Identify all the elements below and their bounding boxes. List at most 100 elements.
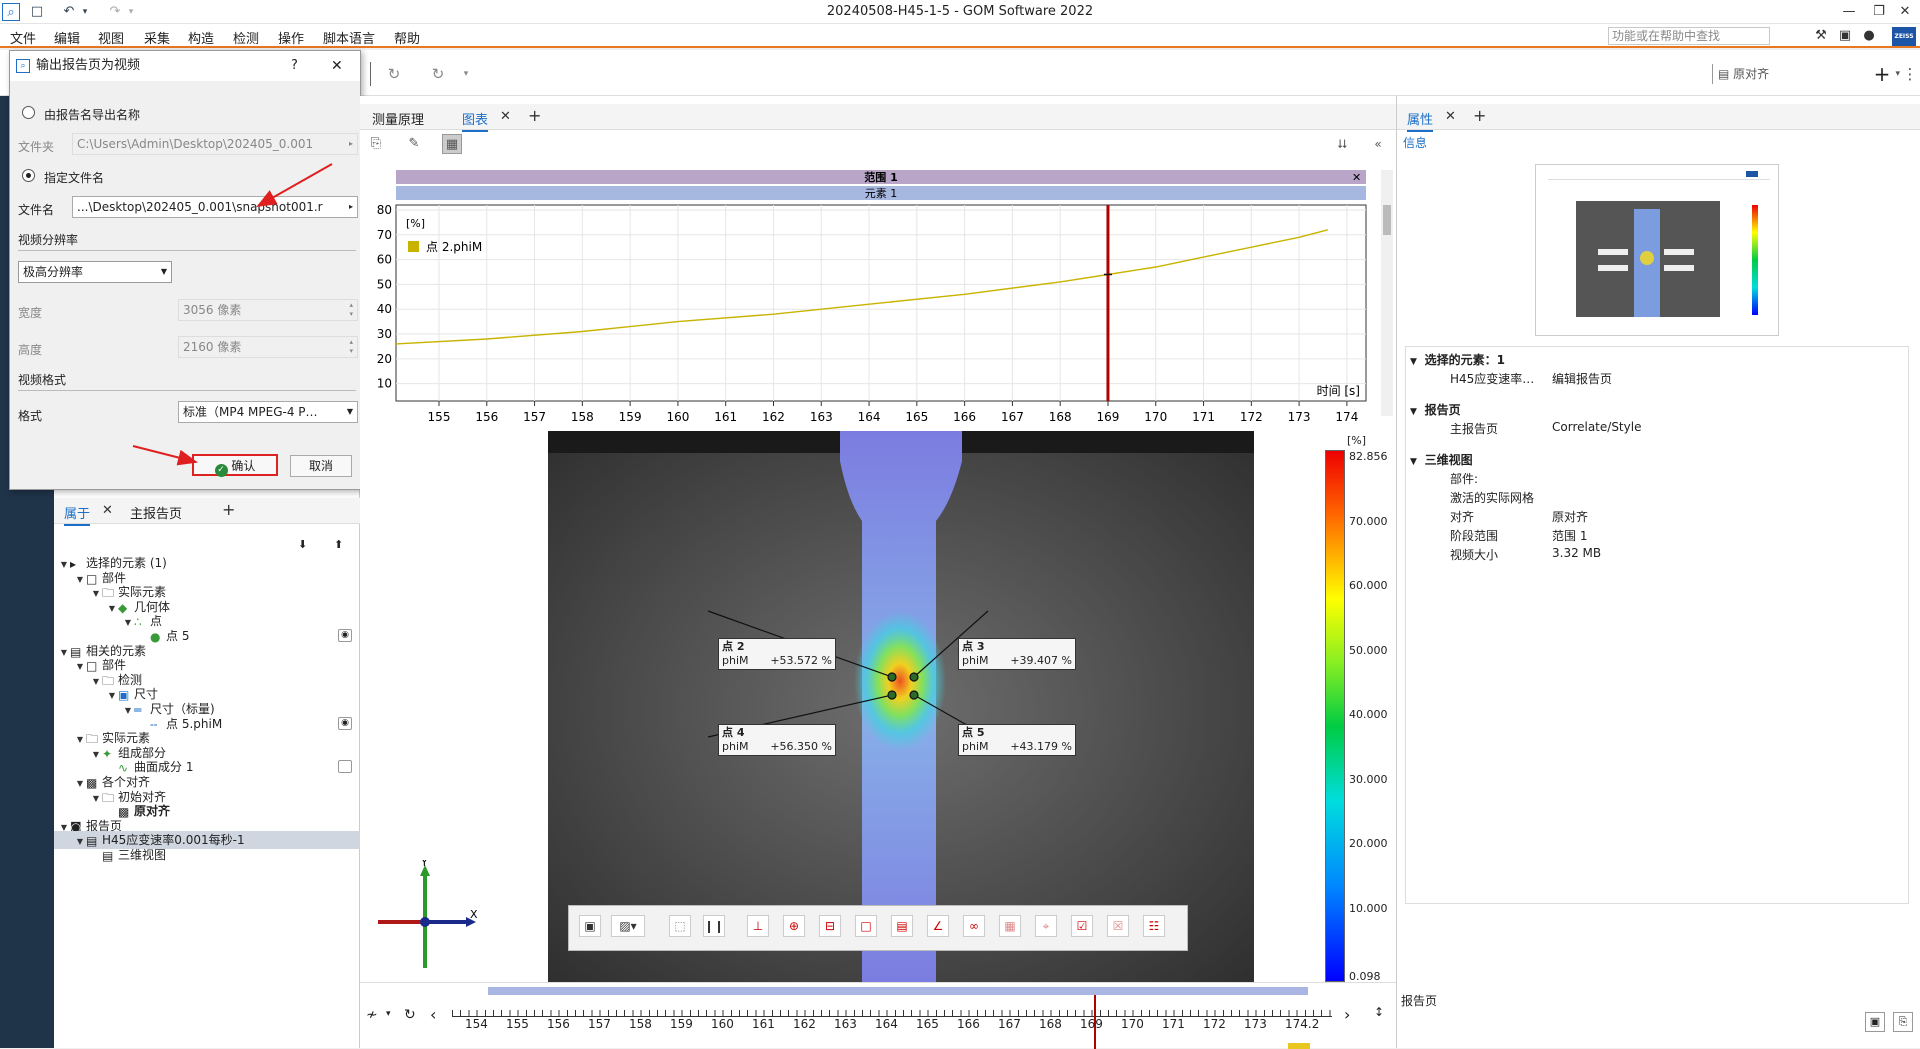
- expand-icon[interactable]: ▼: [1410, 357, 1417, 367]
- x-tick-label: 171: [1192, 410, 1215, 424]
- tab-diagram[interactable]: 图表: [462, 109, 489, 132]
- timeline-tick: 167: [998, 1017, 1021, 1031]
- report-thumbnail[interactable]: [1535, 164, 1779, 336]
- timeline: ≁ ▾ ↻ ‹ › ↕: [360, 982, 1396, 1049]
- point-3-marker[interactable]: [909, 672, 919, 682]
- point-5-marker[interactable]: [909, 690, 919, 700]
- close-icon[interactable]: ✕: [500, 109, 511, 124]
- tab-properties[interactable]: 属性: [1407, 109, 1434, 132]
- property-group-label: 报告页: [1424, 403, 1461, 417]
- timeline-refresh-icon[interactable]: ↻: [404, 1007, 416, 1023]
- point-3-name: 点 3: [962, 640, 985, 653]
- timeline-next-icon[interactable]: ›: [1344, 1005, 1350, 1024]
- timeline-prev-icon[interactable]: ‹: [430, 1005, 436, 1024]
- export-icon[interactable]: ⎘: [366, 134, 386, 154]
- property-group[interactable]: ▼ 报告页: [1410, 401, 1461, 418]
- property-key: 阶段范围: [1450, 529, 1499, 543]
- info-link[interactable]: 信息: [1403, 134, 1427, 151]
- x-tick-label: 157: [523, 410, 546, 424]
- angle-icon[interactable]: ∠: [927, 915, 949, 937]
- property-key: 对齐: [1450, 510, 1475, 524]
- y-tick-label: 20: [377, 352, 392, 366]
- arrow-to-filename: [256, 163, 333, 207]
- y-tick-label: 70: [377, 228, 392, 242]
- timeline-tick: 162: [793, 1017, 816, 1031]
- expand-icon[interactable]: ▼: [1410, 457, 1417, 467]
- element-title: 元素 1: [865, 187, 898, 200]
- point-label-5[interactable]: 点 5 phiM +43.179 %: [958, 724, 1076, 756]
- bars-icon[interactable]: ❙❙: [703, 915, 725, 937]
- property-value: 编辑报告页: [1552, 372, 1613, 386]
- x-tick-label: 160: [666, 410, 689, 424]
- add-tab-icon[interactable]: +: [1473, 106, 1486, 125]
- point-label-2[interactable]: 点 2 phiM +53.572 %: [718, 638, 836, 670]
- thumbnail-legend: [1752, 205, 1758, 315]
- add-tab-icon[interactable]: +: [528, 106, 541, 125]
- x-tick-label: 155: [428, 410, 451, 424]
- point-3-value: +39.407 %: [1010, 654, 1072, 667]
- point-4-value: +56.350 %: [770, 740, 832, 753]
- deviation-label-icon[interactable]: ⊥: [747, 915, 769, 937]
- chart-scrollbar-thumb[interactable]: [1383, 205, 1391, 235]
- point-2-marker[interactable]: [887, 672, 897, 682]
- property-value: Correlate/Style: [1552, 420, 1642, 434]
- edit-icon[interactable]: ✎: [404, 134, 424, 154]
- x-tick-label: 164: [858, 410, 881, 424]
- snapshot-icon[interactable]: ▣: [579, 915, 601, 937]
- timeline-tick: 168: [1039, 1017, 1062, 1031]
- timeline-tick: 165: [916, 1017, 939, 1031]
- thumbnail-logo: [1746, 171, 1758, 177]
- report-snapshot-icon[interactable]: ▣: [1865, 1012, 1885, 1032]
- point-label-3[interactable]: 点 3 phiM +39.407 %: [958, 638, 1076, 670]
- image-mode-icon[interactable]: ▨▾: [611, 915, 645, 937]
- timeline-tick: 161: [752, 1017, 775, 1031]
- link-icon[interactable]: ∞: [963, 915, 985, 937]
- property-key: H45应变速率…: [1450, 372, 1535, 386]
- x-tick-label: 172: [1240, 410, 1263, 424]
- x-tick-label: 173: [1288, 410, 1311, 424]
- grid-view-icon[interactable]: ▦: [442, 134, 462, 154]
- property-group[interactable]: ▼ 三维视图: [1410, 451, 1473, 468]
- flag-icon[interactable]: ⊕: [783, 915, 805, 937]
- x-tick-label: 170: [1144, 410, 1167, 424]
- y-axis-label: [%]: [406, 217, 425, 230]
- y-tick-labels: 10 20 30 40 50 60 70 80: [377, 203, 392, 391]
- x-tick-label: 174: [1335, 410, 1358, 424]
- x-tick-label: 168: [1049, 410, 1072, 424]
- down-circle-icon[interactable]: ⮇: [1332, 134, 1352, 154]
- crop-icon[interactable]: ⌖: [1035, 915, 1057, 937]
- collapse-left-icon[interactable]: «: [1368, 134, 1388, 154]
- 3d-viewport[interactable]: 点 2 phiM +53.572 % 点 3 phiM +39.407 % 点 4 phi…: [548, 431, 1254, 985]
- grid-icon[interactable]: ▦: [999, 915, 1021, 937]
- report-export-icon[interactable]: ⎘: [1893, 1012, 1913, 1032]
- timeline-mode-dropdown-icon[interactable]: ▾: [386, 1009, 391, 1019]
- timeline-tick: 159: [670, 1017, 693, 1031]
- color-scale-bar: [1325, 450, 1345, 982]
- frame-icon[interactable]: □: [855, 915, 877, 937]
- view-toolbar: ▣ ▨▾ ⬚ ❙❙ ⊥ ⊕ ⊟ □ ▤ ∠ ∞ ▦ ⌖ ☑ ☒ ☷: [568, 905, 1188, 951]
- timeline-tick: 154: [465, 1017, 488, 1031]
- x-tick-labels: 155 156 157 158 159 160 161 162 163 164 165 166 167 1…: [428, 410, 1359, 424]
- close-icon[interactable]: ✕: [1445, 109, 1456, 124]
- property-key: 激活的实际网格: [1450, 491, 1535, 505]
- label-layout-icon[interactable]: ☷: [1143, 915, 1165, 937]
- remove-label-icon[interactable]: ☒: [1107, 915, 1129, 937]
- timeline-settings-icon[interactable]: ↕: [1374, 1005, 1384, 1019]
- point-label-4[interactable]: 点 4 phiM +56.350 %: [718, 724, 836, 756]
- range-close-icon[interactable]: ✕: [1352, 171, 1361, 184]
- timeline-tick: 173: [1244, 1017, 1267, 1031]
- properties-list: ▼ 选择的元素：1 H45应变速率… 编辑报告页 ▼ 报告页 主报告页 Correlate…: [1405, 346, 1909, 904]
- y-tick-label: 40: [377, 302, 392, 316]
- x-tick-label: 162: [762, 410, 785, 424]
- timeline-ruler[interactable]: [452, 997, 1332, 1017]
- timeline-mode-icon[interactable]: ≁: [366, 1007, 378, 1023]
- table-label-icon[interactable]: ▤: [891, 915, 913, 937]
- chain-icon[interactable]: ⊟: [819, 915, 841, 937]
- check-label-icon[interactable]: ☑: [1071, 915, 1093, 937]
- expand-icon[interactable]: ▼: [1410, 407, 1417, 417]
- property-group[interactable]: ▼ 选择的元素：1: [1410, 351, 1505, 368]
- tab-measurement-principle[interactable]: 测量原理: [372, 109, 424, 128]
- timeline-range-bar[interactable]: [488, 987, 1308, 995]
- point-4-marker[interactable]: [887, 690, 897, 700]
- select-icon[interactable]: ⬚: [669, 915, 691, 937]
